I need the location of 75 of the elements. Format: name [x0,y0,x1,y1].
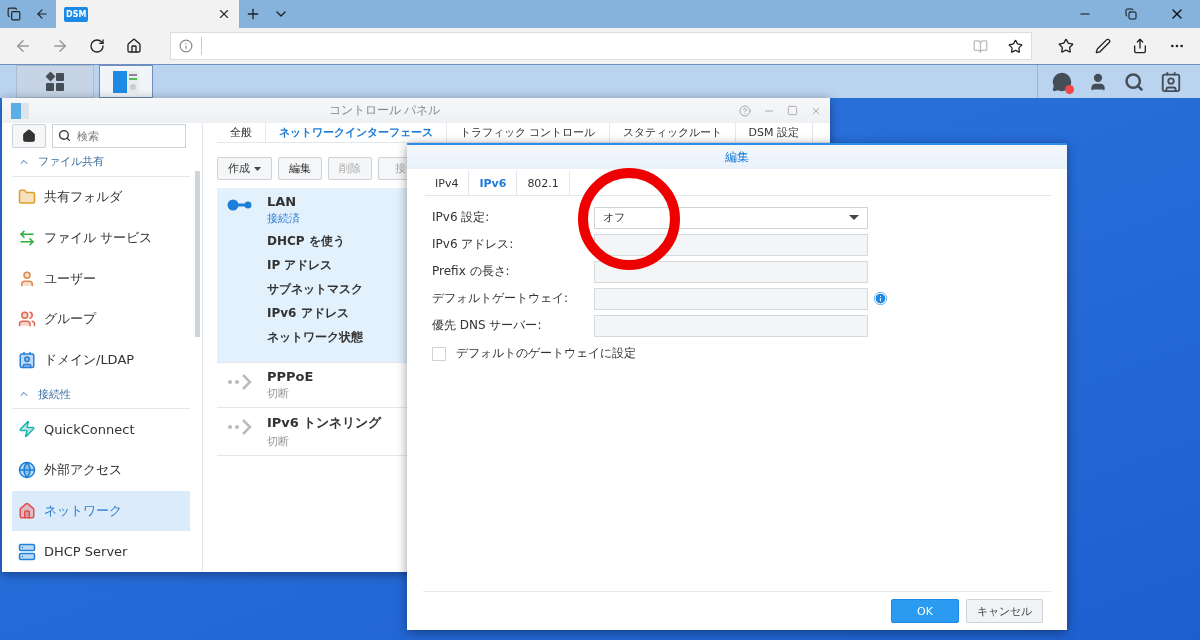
caret-icon [849,215,859,220]
cancel-button[interactable]: キャンセル [966,599,1043,623]
folder-icon [18,188,36,207]
field-label: IPv6 設定: [431,209,491,226]
window-title: コントロール パネル [327,102,442,119]
sidebar-item[interactable]: QuickConnect [12,409,190,450]
server-icon [18,542,36,561]
home-button[interactable] [12,124,46,148]
search-field[interactable]: 検索 [52,124,186,148]
detail-label: サブネットマスク [267,281,363,298]
select-field[interactable]: オフ [594,206,868,229]
interface-name: IPv6 トンネリング [267,414,382,432]
control-panel-button[interactable] [99,65,153,98]
sidebar-item[interactable]: ドメイン/LDAP [12,339,190,381]
favicon: DSM [64,6,89,22]
chat-icon[interactable] [1052,71,1072,92]
address-field[interactable] [170,32,1032,60]
globe-icon [18,461,36,480]
toolbar-button[interactable]: 編集 [278,157,322,180]
user-icon [18,269,36,288]
search-icon[interactable] [1124,71,1144,92]
tab[interactable]: トラフィック コントロール [447,123,610,142]
sidebar-item[interactable]: 共有フォルダ [12,176,190,218]
sidebar-item[interactable]: ネットワーク [12,490,190,532]
field-label: デフォルトゲートウェイ: [431,290,570,307]
help-icon[interactable] [739,104,751,117]
star-icon[interactable] [1007,38,1023,54]
sidebar-item[interactable]: グループ [12,298,190,340]
id-card-icon[interactable] [1160,70,1182,93]
home-icon [22,129,36,143]
section-header[interactable]: ファイル共有 [12,148,190,177]
detail-label: DHCP を使う [267,233,346,250]
exchange-icon [18,228,36,247]
dialog-title: 編集 [725,148,749,166]
caret-icon [254,166,261,171]
interface-name: PPPoE [267,369,314,384]
detail-label: IP アドレス [267,257,334,274]
interface-status: 切断 [267,434,290,449]
grid-icon [44,70,66,93]
tab[interactable]: 全般 [217,123,266,142]
main-menu-button[interactable] [16,65,94,98]
interface-name: LAN [267,194,298,209]
field-label: IPv6 アドレス: [431,236,515,253]
tab[interactable]: スタティックルート [609,123,736,142]
house-icon [18,501,36,520]
info-icon[interactable] [179,39,194,53]
user-icon[interactable] [1088,71,1108,92]
reading-view-icon[interactable] [972,38,988,54]
tab[interactable]: IPv4 [425,171,470,195]
checkbox-label: デフォルトのゲートウェイに設定 [456,345,636,362]
detail-label: IPv6 アドレス [267,305,350,322]
users-icon [18,310,36,329]
tab[interactable]: 802.1 [517,171,570,195]
field-label: Prefix の長さ: [431,263,511,280]
tab[interactable]: DSM 設定 [735,123,813,142]
control-panel-icon [112,68,140,95]
interface-status: 切断 [267,386,290,401]
sidebar-item[interactable]: ファイル サービス [12,217,190,259]
sidebar-item[interactable]: DHCP Server [12,531,190,572]
close-icon[interactable] [217,7,231,21]
sidebar-item[interactable]: ユーザー [12,258,190,299]
browser-tab[interactable]: DSM [56,0,239,28]
tab[interactable]: IPv6 [469,171,518,195]
section-header[interactable]: 接続性 [12,380,190,410]
detail-label: ネットワーク状態 [267,329,363,346]
search-icon [58,129,71,142]
toolbar-button[interactable]: 作成 [217,157,272,180]
maximize-icon[interactable] [787,104,798,116]
interface-status: 接続済 [267,211,301,226]
checkbox[interactable] [432,346,446,361]
sidebar-item[interactable]: 外部アクセス [12,449,190,491]
field-label: 優先 DNS サーバー: [431,317,543,334]
control-panel-icon [10,101,30,120]
contact-icon [18,350,36,369]
tab[interactable]: ネットワークインターフェース [266,123,447,142]
